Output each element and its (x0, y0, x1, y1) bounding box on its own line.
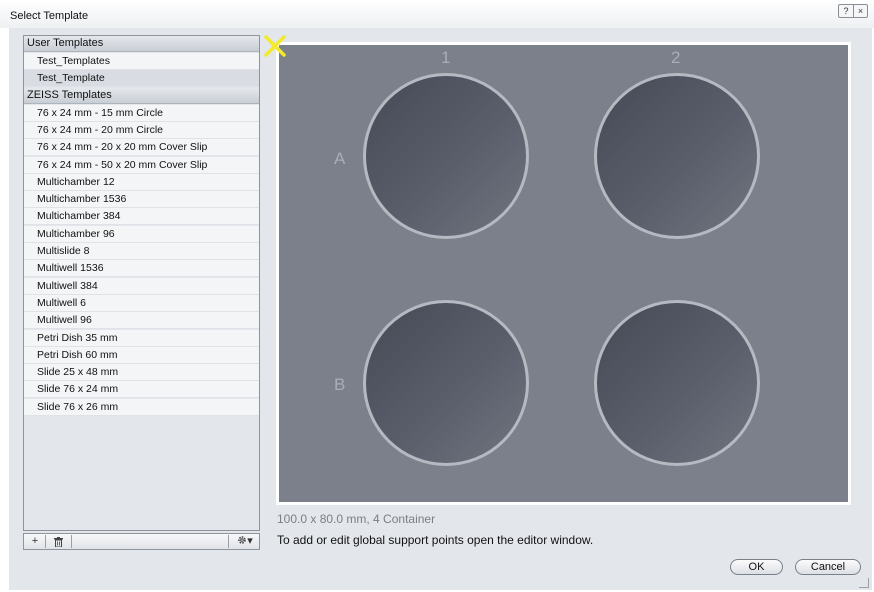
well-b1[interactable] (363, 300, 529, 466)
template-list-item[interactable]: Test_Template (24, 70, 259, 88)
tree-toolbar: + ▾ (23, 533, 260, 550)
template-list-item[interactable]: Multiwell 1536 (24, 260, 259, 278)
trash-icon (53, 537, 63, 548)
template-tree[interactable]: User Templates Test_Templates Test_Templat… (23, 35, 260, 531)
template-list-item[interactable]: 76 x 24 mm - 15 mm Circle (24, 104, 259, 122)
window-title: Select Template (10, 10, 89, 22)
resize-grip[interactable] (859, 578, 869, 588)
preview-frame: 1 2 A B (276, 42, 851, 505)
template-list-item[interactable]: 76 x 24 mm - 20 x 20 mm Cover Slip (24, 139, 259, 157)
toolbar-divider (71, 535, 72, 548)
plate-preview: 1 2 A B (279, 45, 848, 502)
row-label-b: B (334, 375, 346, 394)
support-points-hint: To add or edit global support points ope… (277, 533, 594, 547)
template-list-item[interactable]: Multiwell 96 (24, 312, 259, 330)
cancel-button[interactable]: Cancel (795, 559, 861, 575)
template-list-item[interactable]: Slide 76 x 24 mm (24, 381, 259, 399)
toolbar-divider (45, 535, 46, 548)
template-list-item[interactable]: Multiwell 6 (24, 294, 259, 312)
template-list-item[interactable]: 76 x 24 mm - 50 x 20 mm Cover Slip (24, 156, 259, 174)
tree-group-header[interactable]: User Templates (24, 36, 259, 52)
template-list-item[interactable]: 76 x 24 mm - 20 mm Circle (24, 121, 259, 139)
well-a1[interactable] (363, 73, 529, 239)
column-label-2: 2 (671, 48, 681, 67)
template-list-item[interactable]: Slide 25 x 48 mm (24, 364, 259, 382)
template-list-item[interactable]: Multichamber 12 (24, 173, 259, 191)
add-template-button[interactable]: + (29, 535, 41, 548)
options-dropdown-button[interactable]: ▾ (232, 535, 258, 548)
chevron-down-icon: ▾ (247, 535, 253, 547)
toolbar-divider (228, 535, 229, 548)
template-list-item[interactable]: Petri Dish 35 mm (24, 329, 259, 347)
template-list-item[interactable]: Multiwell 384 (24, 277, 259, 295)
close-button[interactable]: × (853, 5, 867, 17)
title-bar-buttons: ? × (838, 4, 868, 18)
template-list-item[interactable]: Multichamber 1536 (24, 191, 259, 209)
well-b2[interactable] (594, 300, 760, 466)
template-list-item[interactable]: Multichamber 96 (24, 225, 259, 243)
help-button[interactable]: ? (839, 5, 853, 17)
gear-icon (238, 536, 247, 544)
tree-group-header[interactable]: ZEISS Templates (24, 87, 259, 104)
template-list-item[interactable]: Slide 76 x 26 mm (24, 398, 259, 416)
column-label-1: 1 (441, 48, 451, 67)
template-list-item[interactable]: Test_Templates (24, 53, 259, 70)
crosshair-x-icon (264, 35, 286, 57)
delete-template-button[interactable] (50, 535, 66, 548)
dialog-body: User Templates Test_Templates Test_Templat… (9, 28, 872, 590)
template-list-item[interactable]: Petri Dish 60 mm (24, 346, 259, 364)
well-a2[interactable] (594, 73, 760, 239)
title-bar: Select Template ? × (0, 0, 874, 28)
template-list-item[interactable]: Multislide 8 (24, 243, 259, 260)
template-list-item[interactable]: Multichamber 384 (24, 208, 259, 226)
ok-button[interactable]: OK (730, 559, 783, 575)
row-label-a: A (334, 149, 346, 168)
template-dimensions: 100.0 x 80.0 mm, 4 Container (277, 512, 436, 526)
